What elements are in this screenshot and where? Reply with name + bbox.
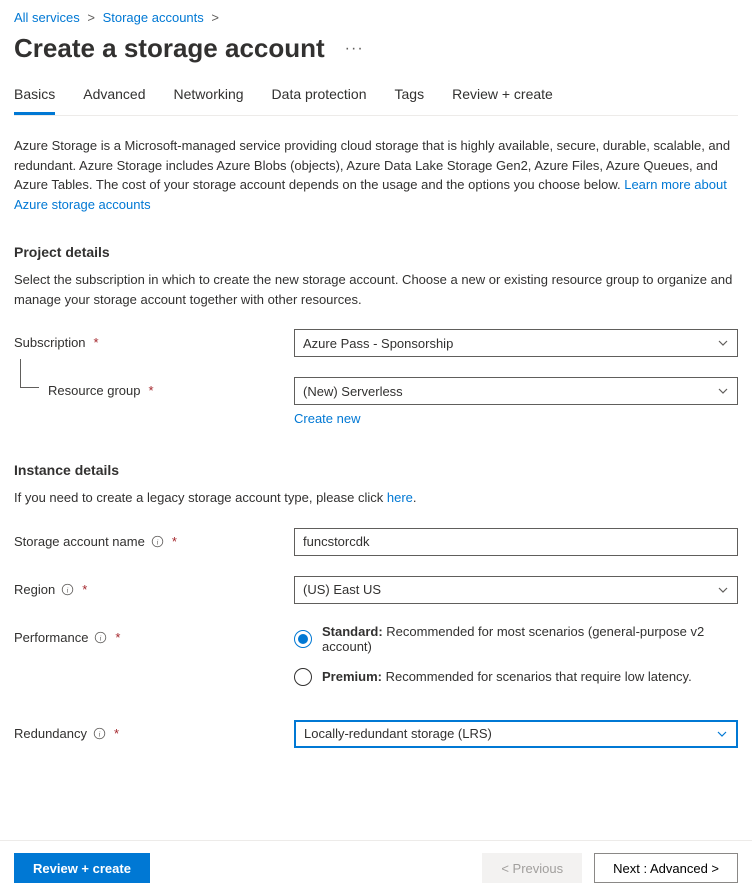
resource-group-value: (New) Serverless <box>303 384 403 399</box>
storage-name-input[interactable] <box>294 528 738 556</box>
label-region: Region i * <box>14 576 294 597</box>
label-resource-group: Resource group* <box>14 377 294 398</box>
chevron-right-icon: > <box>211 10 219 25</box>
tab-tags[interactable]: Tags <box>395 86 425 115</box>
region-value: (US) East US <box>303 582 381 597</box>
review-create-button[interactable]: Review + create <box>14 853 150 883</box>
section-desc-instance: If you need to create a legacy storage a… <box>14 488 738 508</box>
previous-button: < Previous <box>482 853 582 883</box>
tab-advanced[interactable]: Advanced <box>83 86 145 115</box>
chevron-down-icon <box>717 337 729 349</box>
info-icon[interactable]: i <box>94 631 107 644</box>
radio-premium[interactable] <box>294 668 312 686</box>
radio-standard[interactable] <box>294 630 312 648</box>
breadcrumb: All services > Storage accounts > <box>14 10 738 25</box>
tab-basics[interactable]: Basics <box>14 86 55 115</box>
chevron-right-icon: > <box>87 10 95 25</box>
radio-standard-label: Standard: Recommended for most scenarios… <box>322 624 738 654</box>
redundancy-value: Locally-redundant storage (LRS) <box>304 726 492 741</box>
create-new-link[interactable]: Create new <box>294 411 360 426</box>
section-desc-project: Select the subscription in which to crea… <box>14 270 738 309</box>
chevron-down-icon <box>716 728 728 740</box>
tab-data-protection[interactable]: Data protection <box>272 86 367 115</box>
wizard-footer: Review + create < Previous Next : Advanc… <box>0 840 752 895</box>
radio-premium-label: Premium: Recommended for scenarios that … <box>322 669 692 684</box>
page-title: Create a storage account <box>14 33 325 64</box>
intro-text: Azure Storage is a Microsoft-managed ser… <box>14 136 738 214</box>
info-icon[interactable]: i <box>61 583 74 596</box>
legacy-here-link[interactable]: here <box>387 490 413 505</box>
svg-text:i: i <box>98 729 100 738</box>
chevron-down-icon <box>717 584 729 596</box>
next-button[interactable]: Next : Advanced > <box>594 853 738 883</box>
breadcrumb-link-storage-accounts[interactable]: Storage accounts <box>103 10 204 25</box>
resource-group-select[interactable]: (New) Serverless <box>294 377 738 405</box>
info-icon[interactable]: i <box>151 535 164 548</box>
tab-bar: Basics Advanced Networking Data protecti… <box>14 86 738 116</box>
label-redundancy: Redundancy i * <box>14 720 294 741</box>
label-performance: Performance i * <box>14 624 294 645</box>
chevron-down-icon <box>717 385 729 397</box>
subscription-value: Azure Pass - Sponsorship <box>303 336 453 351</box>
label-storage-name: Storage account name i * <box>14 528 294 549</box>
breadcrumb-link-all-services[interactable]: All services <box>14 10 80 25</box>
region-select[interactable]: (US) East US <box>294 576 738 604</box>
more-icon[interactable]: ··· <box>345 40 364 58</box>
section-title-instance: Instance details <box>14 462 738 478</box>
subscription-select[interactable]: Azure Pass - Sponsorship <box>294 329 738 357</box>
svg-text:i: i <box>100 633 102 642</box>
redundancy-select[interactable]: Locally-redundant storage (LRS) <box>294 720 738 748</box>
section-title-project: Project details <box>14 244 738 260</box>
svg-text:i: i <box>67 585 69 594</box>
svg-text:i: i <box>156 537 158 546</box>
label-subscription: Subscription* <box>14 329 294 350</box>
tab-review-create[interactable]: Review + create <box>452 86 553 115</box>
info-icon[interactable]: i <box>93 727 106 740</box>
tab-networking[interactable]: Networking <box>174 86 244 115</box>
